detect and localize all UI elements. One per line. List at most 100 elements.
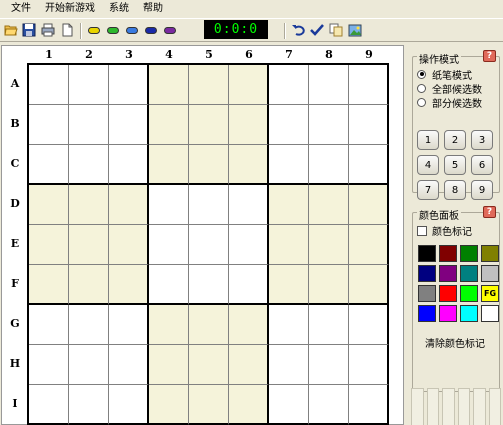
- grid-cell-E3[interactable]: [109, 225, 149, 265]
- grid-cell-D5[interactable]: [189, 185, 229, 225]
- grid-cell-F5[interactable]: [189, 265, 229, 305]
- number-button-6[interactable]: 6: [471, 155, 493, 175]
- grid-cell-E5[interactable]: [189, 225, 229, 265]
- green-pill-icon[interactable]: [105, 22, 121, 38]
- grid-cell-B2[interactable]: [69, 105, 109, 145]
- grid-cell-A5[interactable]: [189, 65, 229, 105]
- grid-cell-B6[interactable]: [229, 105, 269, 145]
- grid-cell-H7[interactable]: [269, 345, 309, 385]
- menu-file[interactable]: 文件: [4, 0, 38, 18]
- grid-cell-H8[interactable]: [309, 345, 349, 385]
- yellow-pill-icon[interactable]: [86, 22, 102, 38]
- number-button-4[interactable]: 4: [417, 155, 439, 175]
- grid-cell-E9[interactable]: [349, 225, 389, 265]
- color-swatch[interactable]: [460, 305, 478, 322]
- save-icon[interactable]: [21, 22, 37, 38]
- mode-help-icon[interactable]: ?: [483, 50, 496, 62]
- menu-system[interactable]: 系统: [102, 0, 136, 18]
- grid-cell-D8[interactable]: [309, 185, 349, 225]
- new-page-icon[interactable]: [59, 22, 75, 38]
- grid-cell-F3[interactable]: [109, 265, 149, 305]
- radio-all-candidates[interactable]: 全部候选数: [417, 81, 482, 96]
- grid-cell-F1[interactable]: [29, 265, 69, 305]
- color-swatch[interactable]: [460, 285, 478, 302]
- grid-cell-A4[interactable]: [149, 65, 189, 105]
- grid-cell-I4[interactable]: [149, 385, 189, 425]
- color-swatch[interactable]: [460, 265, 478, 282]
- open-folder-icon[interactable]: [3, 22, 19, 38]
- grid-cell-C8[interactable]: [309, 145, 349, 185]
- grid-cell-C5[interactable]: [189, 145, 229, 185]
- copy-icon[interactable]: [328, 22, 344, 38]
- grid-cell-E1[interactable]: [29, 225, 69, 265]
- grid-cell-E7[interactable]: [269, 225, 309, 265]
- color-swatch[interactable]: [481, 245, 499, 262]
- color-swatch[interactable]: FG: [481, 285, 499, 302]
- grid-cell-C3[interactable]: [109, 145, 149, 185]
- color-swatch[interactable]: [439, 285, 457, 302]
- print-icon[interactable]: [40, 22, 56, 38]
- number-button-2[interactable]: 2: [444, 130, 466, 150]
- check-icon[interactable]: [309, 22, 325, 38]
- grid-cell-I1[interactable]: [29, 385, 69, 425]
- grid-cell-D3[interactable]: [109, 185, 149, 225]
- grid-cell-H4[interactable]: [149, 345, 189, 385]
- grid-cell-B4[interactable]: [149, 105, 189, 145]
- grid-cell-I3[interactable]: [109, 385, 149, 425]
- grid-cell-G1[interactable]: [29, 305, 69, 345]
- grid-cell-B3[interactable]: [109, 105, 149, 145]
- grid-cell-C4[interactable]: [149, 145, 189, 185]
- grid-cell-H2[interactable]: [69, 345, 109, 385]
- number-button-3[interactable]: 3: [471, 130, 493, 150]
- grid-cell-I7[interactable]: [269, 385, 309, 425]
- menu-new-game[interactable]: 开始新游戏: [38, 0, 102, 18]
- number-button-5[interactable]: 5: [444, 155, 466, 175]
- grid-cell-C2[interactable]: [69, 145, 109, 185]
- grid-cell-H3[interactable]: [109, 345, 149, 385]
- grid-cell-G5[interactable]: [189, 305, 229, 345]
- grid-cell-F4[interactable]: [149, 265, 189, 305]
- clear-color-marks-button[interactable]: 清除颜色标记: [425, 335, 485, 350]
- grid-cell-B1[interactable]: [29, 105, 69, 145]
- grid-cell-I2[interactable]: [69, 385, 109, 425]
- grid-cell-D1[interactable]: [29, 185, 69, 225]
- grid-cell-I5[interactable]: [189, 385, 229, 425]
- grid-cell-G6[interactable]: [229, 305, 269, 345]
- grid-cell-G8[interactable]: [309, 305, 349, 345]
- image-icon[interactable]: [347, 22, 363, 38]
- color-swatch[interactable]: [418, 305, 436, 322]
- grid-cell-D6[interactable]: [229, 185, 269, 225]
- grid-cell-E8[interactable]: [309, 225, 349, 265]
- grid-cell-H5[interactable]: [189, 345, 229, 385]
- grid-cell-H1[interactable]: [29, 345, 69, 385]
- color-swatch[interactable]: [439, 245, 457, 262]
- navy-pill-icon[interactable]: [143, 22, 159, 38]
- color-mark-checkbox[interactable]: 颜色标记: [417, 223, 472, 238]
- purple-pill-icon[interactable]: [162, 22, 178, 38]
- undo-icon[interactable]: [290, 22, 306, 38]
- grid-cell-C9[interactable]: [349, 145, 389, 185]
- grid-cell-D2[interactable]: [69, 185, 109, 225]
- menu-help[interactable]: 帮助: [136, 0, 170, 18]
- grid-cell-I6[interactable]: [229, 385, 269, 425]
- grid-cell-E4[interactable]: [149, 225, 189, 265]
- color-swatch[interactable]: [481, 265, 499, 282]
- number-button-9[interactable]: 9: [471, 180, 493, 200]
- grid-cell-F6[interactable]: [229, 265, 269, 305]
- grid-cell-A6[interactable]: [229, 65, 269, 105]
- grid-cell-G3[interactable]: [109, 305, 149, 345]
- color-swatch[interactable]: [439, 265, 457, 282]
- grid-cell-I9[interactable]: [349, 385, 389, 425]
- grid-cell-A1[interactable]: [29, 65, 69, 105]
- grid-cell-B9[interactable]: [349, 105, 389, 145]
- grid-cell-D9[interactable]: [349, 185, 389, 225]
- grid-cell-F7[interactable]: [269, 265, 309, 305]
- grid-cell-H9[interactable]: [349, 345, 389, 385]
- color-swatch[interactable]: [418, 265, 436, 282]
- radio-partial-candidates[interactable]: 部分候选数: [417, 95, 482, 110]
- number-button-7[interactable]: 7: [417, 180, 439, 200]
- number-button-8[interactable]: 8: [444, 180, 466, 200]
- grid-cell-E6[interactable]: [229, 225, 269, 265]
- grid-cell-A9[interactable]: [349, 65, 389, 105]
- grid-cell-C6[interactable]: [229, 145, 269, 185]
